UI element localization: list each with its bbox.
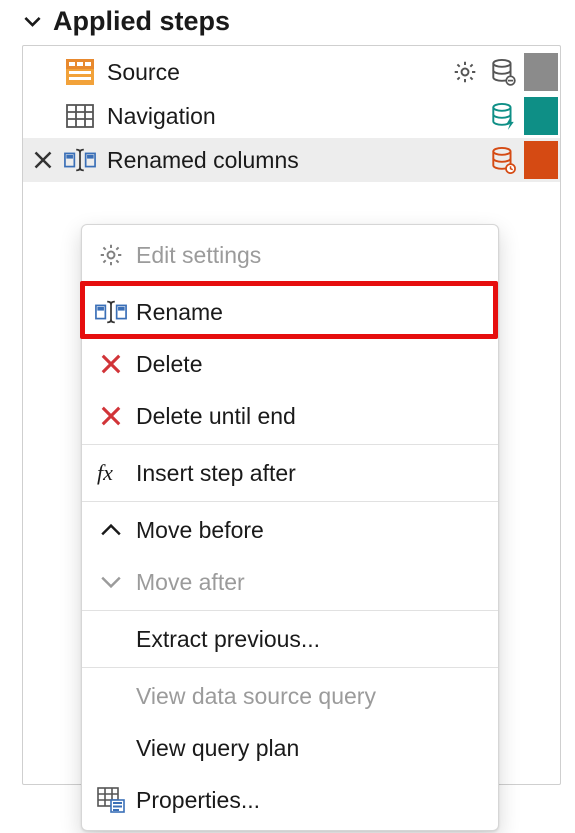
menu-move-after: Move after <box>82 556 498 608</box>
svg-text:fx: fx <box>97 461 113 485</box>
step-row-navigation[interactable]: Navigation <box>23 94 560 138</box>
query-folding-indicator <box>524 53 558 91</box>
menu-label: View query plan <box>136 735 484 762</box>
menu-rename[interactable]: Rename <box>82 286 498 338</box>
chevron-down-icon <box>22 11 43 32</box>
menu-label: Extract previous... <box>136 626 484 653</box>
step-context-menu: Edit settings <box>81 224 499 831</box>
menu-label: Delete <box>136 351 484 378</box>
delete-step-icon[interactable] <box>29 150 57 170</box>
menu-delete-until-end[interactable]: Delete until end <box>82 390 498 442</box>
step-label: Source <box>107 59 448 86</box>
menu-properties[interactable]: Properties... <box>82 774 498 826</box>
properties-icon <box>90 787 132 813</box>
source-step-icon <box>63 59 97 85</box>
step-label: Renamed columns <box>107 147 486 174</box>
data-source-lightning-icon[interactable] <box>486 102 520 130</box>
data-source-icon[interactable] <box>486 58 520 86</box>
step-label: Navigation <box>107 103 486 130</box>
menu-extract-previous[interactable]: Extract previous... <box>82 613 498 665</box>
menu-label: Rename <box>136 299 484 326</box>
fx-icon: fx <box>90 461 132 485</box>
chevron-up-icon <box>90 522 132 538</box>
section-title: Applied steps <box>53 6 230 37</box>
delete-x-icon <box>90 353 132 375</box>
gear-icon[interactable] <box>448 59 482 85</box>
menu-label: Edit settings <box>136 242 484 269</box>
menu-separator <box>82 610 498 611</box>
menu-insert-step-after[interactable]: fx Insert step after <box>82 447 498 499</box>
menu-view-query-plan[interactable]: View query plan <box>82 722 498 774</box>
menu-separator <box>82 667 498 668</box>
table-step-icon <box>63 104 97 128</box>
query-folding-indicator <box>524 97 558 135</box>
menu-label: Move before <box>136 517 484 544</box>
menu-label: Insert step after <box>136 460 484 487</box>
step-row-source[interactable]: Source <box>23 50 560 94</box>
menu-separator <box>82 501 498 502</box>
menu-move-before[interactable]: Move before <box>82 504 498 556</box>
data-source-clock-icon[interactable] <box>486 146 520 174</box>
menu-label: Move after <box>136 569 484 596</box>
steps-list: Source Navigation <box>22 45 561 785</box>
menu-delete[interactable]: Delete <box>82 338 498 390</box>
menu-view-data-source-query: View data source query <box>82 670 498 722</box>
delete-x-icon <box>90 405 132 427</box>
rename-icon <box>90 300 132 324</box>
gear-icon <box>90 242 132 268</box>
menu-label: Properties... <box>136 787 484 814</box>
menu-separator <box>82 283 498 284</box>
chevron-down-icon <box>90 574 132 590</box>
rename-columns-step-icon <box>63 147 97 173</box>
applied-steps-header[interactable]: Applied steps <box>22 6 561 37</box>
menu-label: Delete until end <box>136 403 484 430</box>
menu-separator <box>82 444 498 445</box>
menu-label: View data source query <box>136 683 484 710</box>
step-row-renamed-columns[interactable]: Renamed columns <box>23 138 560 182</box>
query-folding-indicator <box>524 141 558 179</box>
menu-edit-settings: Edit settings <box>82 229 498 281</box>
